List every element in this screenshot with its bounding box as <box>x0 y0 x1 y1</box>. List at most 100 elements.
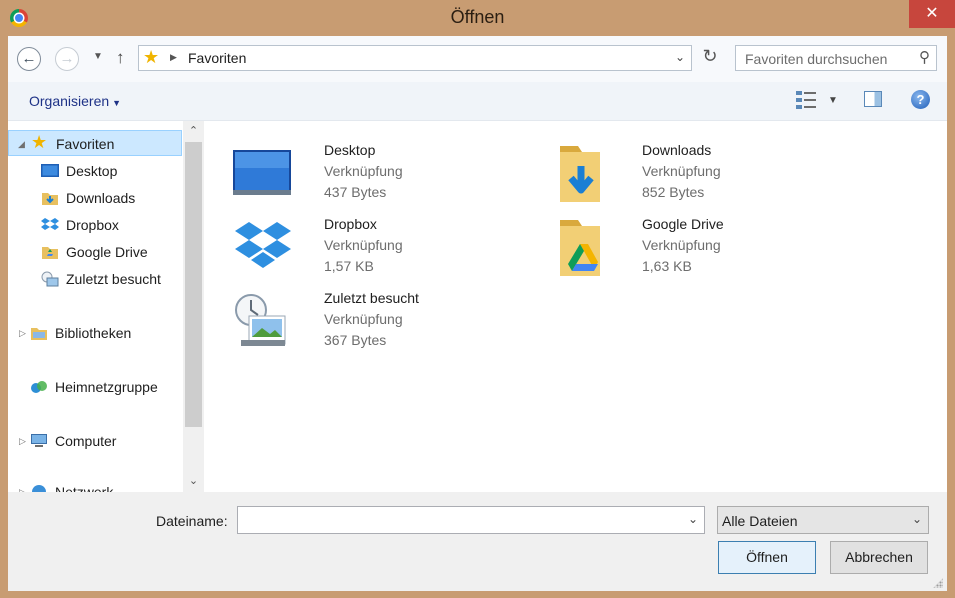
address-dropdown-icon[interactable]: ⌄ <box>675 50 685 64</box>
nav-item-label: Zuletzt besucht <box>66 271 161 287</box>
file-type: Verknüpfung <box>324 237 403 253</box>
scroll-down-icon[interactable]: ⌄ <box>183 471 204 491</box>
file-size: 437 Bytes <box>324 184 387 200</box>
navigation-pane: ◢ ★ Favoriten Desktop Downloads Dropbox … <box>8 121 204 492</box>
nav-item-label: Dropbox <box>66 217 119 233</box>
file-size: 1,63 KB <box>642 258 692 274</box>
address-field[interactable]: ★ ▶ Favoriten ⌄ <box>138 45 692 71</box>
file-name: Google Drive <box>642 216 724 232</box>
breadcrumb-location[interactable]: Favoriten <box>188 50 246 66</box>
nav-item-label: Google Drive <box>66 244 148 260</box>
nav-item-downloads[interactable]: Downloads <box>8 185 182 211</box>
nav-item-heimnetzgruppe[interactable]: Heimnetzgruppe <box>8 374 182 400</box>
resize-grip-icon[interactable] <box>933 578 943 588</box>
expand-collapse-icon[interactable]: ◢ <box>18 131 25 157</box>
nav-item-label: Desktop <box>66 163 118 179</box>
file-item-desktop[interactable]: Desktop Verknüpfung 437 Bytes <box>233 142 533 214</box>
computer-icon <box>31 434 47 447</box>
address-toolbar: ← → ▼ ↑ ★ ▶ Favoriten ⌄ ↻ Favoriten durc… <box>8 36 947 82</box>
libraries-icon <box>31 328 47 340</box>
recent-locations-dropdown[interactable]: ▼ <box>93 51 103 62</box>
search-placeholder: Favoriten durchsuchen <box>745 51 888 67</box>
chevron-down-icon[interactable]: ⌄ <box>912 512 922 526</box>
file-name: Zuletzt besucht <box>324 290 419 306</box>
close-button[interactable]: ✕ <box>909 0 955 28</box>
command-bar: Organisieren ▼ ▼ ? <box>8 82 947 121</box>
scroll-up-icon[interactable]: ⌃ <box>183 121 204 141</box>
window-title: Öffnen <box>450 7 505 27</box>
help-icon[interactable]: ? <box>911 90 930 109</box>
file-item-google-drive[interactable]: Google Drive Verknüpfung 1,63 KB <box>551 216 851 288</box>
nav-item-bibliotheken[interactable]: ▷ Bibliotheken <box>8 320 182 346</box>
chevron-down-icon[interactable]: ⌄ <box>688 512 698 526</box>
file-name: Desktop <box>324 142 376 158</box>
file-size: 1,57 KB <box>324 258 374 274</box>
nav-item-label: Favoriten <box>56 136 115 152</box>
downloads-folder-icon <box>560 146 600 202</box>
refresh-button[interactable]: ↻ <box>699 46 721 70</box>
forward-button[interactable]: → <box>55 47 79 71</box>
desktop-icon <box>233 150 291 195</box>
nav-item-label: Bibliotheken <box>55 325 132 341</box>
downloads-folder-icon <box>42 193 58 205</box>
nav-item-label: Computer <box>55 433 117 449</box>
file-size: 852 Bytes <box>642 184 705 200</box>
file-type: Verknüpfung <box>324 311 403 327</box>
filename-input[interactable]: ⌄ <box>237 506 705 534</box>
recent-places-icon <box>41 271 59 287</box>
back-button[interactable]: ← <box>17 47 41 71</box>
nav-item-label: Downloads <box>66 190 136 206</box>
open-button[interactable]: Öffnen <box>718 541 816 574</box>
nav-item-desktop[interactable]: Desktop <box>8 158 182 184</box>
star-icon: ★ <box>143 47 160 67</box>
nav-item-netzwerk[interactable]: ▷ Netzwerk <box>8 479 182 492</box>
nav-item-google-drive[interactable]: Google Drive <box>8 239 182 265</box>
view-dropdown-icon[interactable]: ▼ <box>828 95 838 106</box>
file-type-select[interactable]: Alle Dateien ⌄ <box>717 506 929 534</box>
nav-pane-scrollbar[interactable]: ⌃ ⌄ <box>183 121 204 492</box>
desktop-icon <box>41 164 59 177</box>
google-drive-folder-icon <box>42 247 58 259</box>
nav-item-label: Netzwerk <box>55 484 114 492</box>
filename-label: Dateiname: <box>156 513 228 529</box>
homegroup-icon <box>31 381 47 393</box>
view-options-icon[interactable] <box>796 91 816 109</box>
nav-item-dropbox[interactable]: Dropbox <box>8 212 182 238</box>
file-type-value: Alle Dateien <box>722 513 798 529</box>
expand-icon[interactable]: ▷ <box>19 428 26 454</box>
nav-item-zuletzt-besucht[interactable]: Zuletzt besucht <box>8 266 182 292</box>
title-bar: Öffnen ✕ <box>0 0 955 36</box>
expand-icon[interactable]: ▷ <box>19 320 26 346</box>
search-field[interactable]: Favoriten durchsuchen ⚲ <box>735 45 937 71</box>
organise-menu-button[interactable]: Organisieren ▼ <box>29 93 121 109</box>
recent-places-icon <box>235 294 286 346</box>
file-item-zuletzt-besucht[interactable]: Zuletzt besucht Verknüpfung 367 Bytes <box>233 290 533 362</box>
file-type: Verknüpfung <box>324 163 403 179</box>
nav-item-label: Heimnetzgruppe <box>55 379 158 395</box>
nav-item-favoriten[interactable]: ◢ ★ Favoriten <box>8 130 182 156</box>
file-type: Verknüpfung <box>642 163 721 179</box>
dialog-footer: Dateiname: ⌄ Alle Dateien ⌄ Öffnen Abbre… <box>8 492 947 591</box>
nav-item-computer[interactable]: ▷ Computer <box>8 428 182 454</box>
scrollbar-thumb[interactable] <box>185 142 202 427</box>
breadcrumb-separator-icon[interactable]: ▶ <box>170 52 177 63</box>
google-drive-folder-icon <box>560 220 600 276</box>
file-type: Verknüpfung <box>642 237 721 253</box>
expand-icon[interactable]: ▷ <box>19 479 26 492</box>
file-item-dropbox[interactable]: Dropbox Verknüpfung 1,57 KB <box>233 216 533 288</box>
file-item-downloads[interactable]: Downloads Verknüpfung 852 Bytes <box>551 142 851 214</box>
chevron-down-icon: ▼ <box>112 98 122 108</box>
preview-pane-icon[interactable] <box>864 91 882 107</box>
dropbox-icon <box>41 218 59 230</box>
network-icon <box>32 485 46 492</box>
star-icon: ★ <box>31 132 48 152</box>
dropbox-icon <box>235 222 291 268</box>
dialog-frame: ← → ▼ ↑ ★ ▶ Favoriten ⌄ ↻ Favoriten durc… <box>8 36 947 591</box>
search-icon[interactable]: ⚲ <box>919 48 930 66</box>
organise-label: Organisieren <box>29 93 110 109</box>
up-one-level-button[interactable]: ↑ <box>116 48 125 68</box>
cancel-button[interactable]: Abbrechen <box>830 541 928 574</box>
file-name: Dropbox <box>324 216 377 232</box>
file-list: Desktop Verknüpfung 437 Bytes Downloads … <box>205 121 947 492</box>
file-size: 367 Bytes <box>324 332 387 348</box>
